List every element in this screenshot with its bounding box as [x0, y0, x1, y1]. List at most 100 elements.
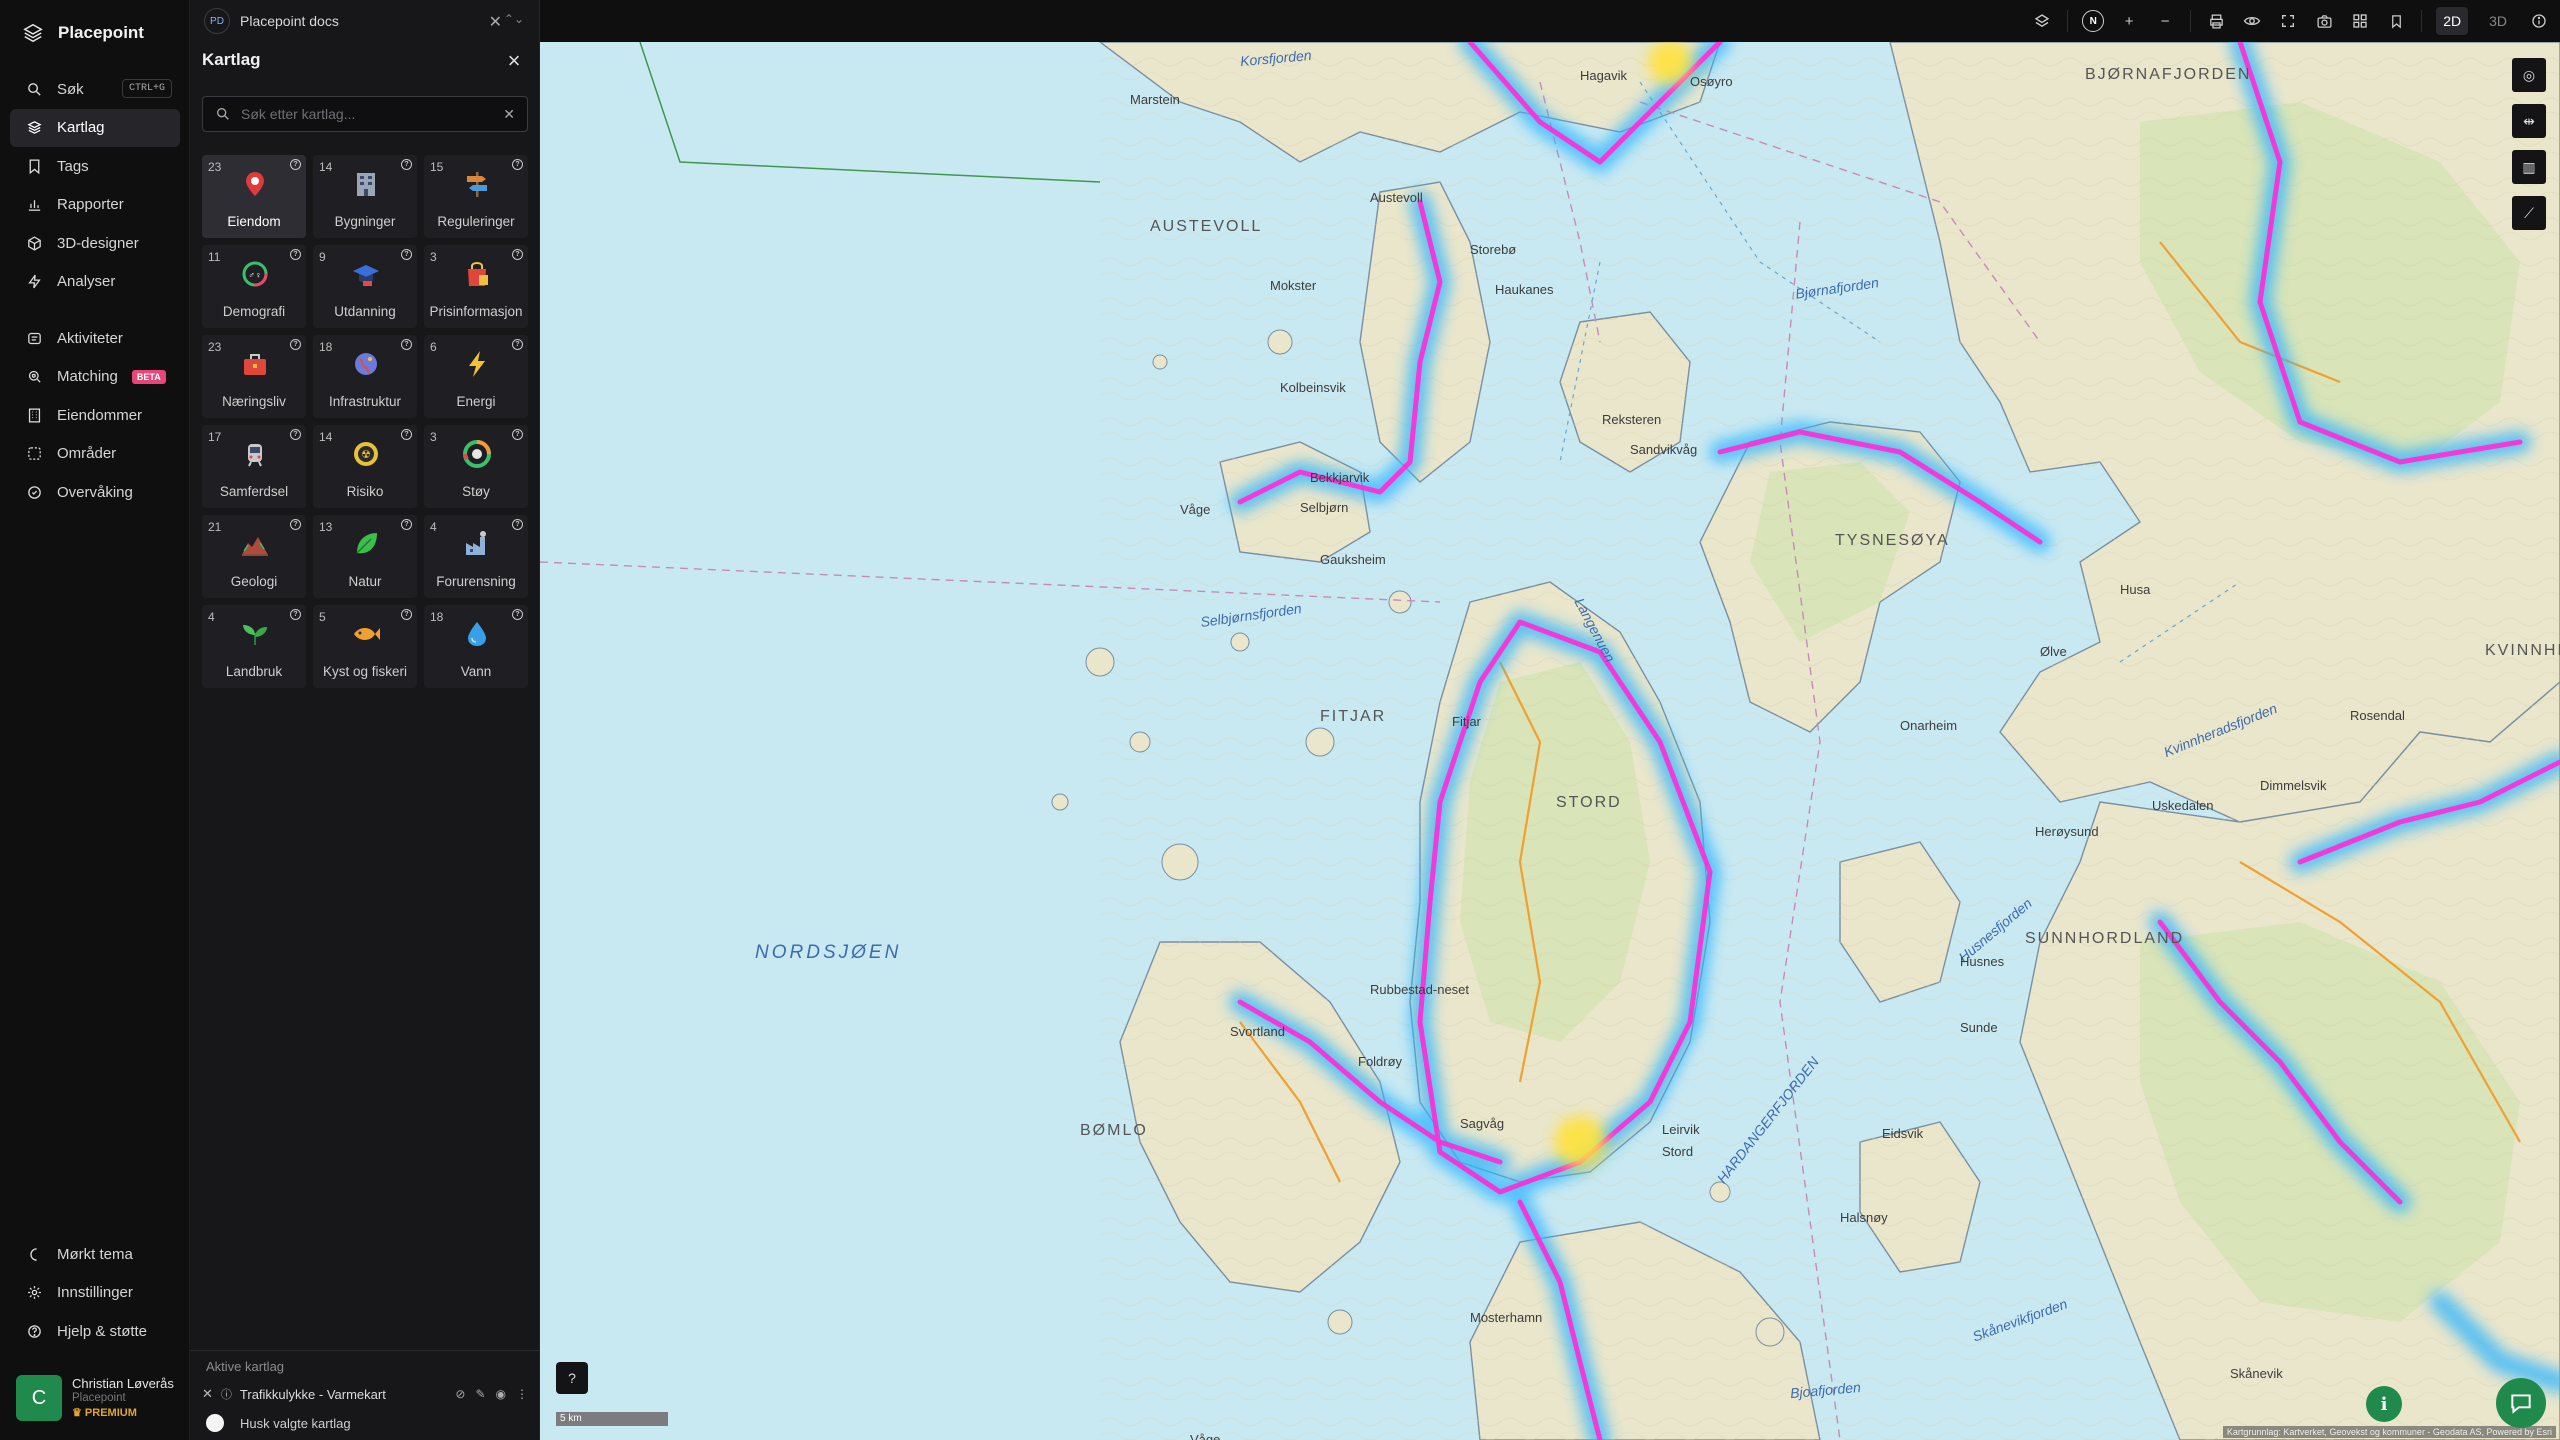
info-icon[interactable]: ⓘ	[221, 1386, 232, 1402]
nav-item-dark-theme[interactable]: Mørkt tema	[10, 1235, 180, 1273]
nav-item-tags[interactable]: Tags	[10, 147, 180, 185]
toggle-knob[interactable]	[206, 1414, 224, 1432]
info-icon[interactable]: ?	[290, 339, 301, 350]
layer-category-energi[interactable]: 6? Energi	[424, 335, 528, 418]
info-icon[interactable]: ?	[512, 429, 523, 440]
info-icon[interactable]: ?	[401, 159, 412, 170]
layer-category-utdanning[interactable]: 9? Utdanning	[313, 245, 417, 328]
user-profile[interactable]: C Christian Løverås Placepoint ♛ PREMIUM	[16, 1370, 184, 1426]
info-icon[interactable]: ?	[290, 429, 301, 440]
info-icon[interactable]: ?	[290, 159, 301, 170]
layer-category-landbruk[interactable]: 4? Landbruk	[202, 605, 306, 688]
eye-icon[interactable]	[2241, 10, 2263, 32]
nav-item-help[interactable]: Hjelp & støtte	[10, 1312, 180, 1350]
nav-item-settings[interactable]: Innstillinger	[10, 1274, 180, 1312]
help-icon[interactable]: ?	[556, 1362, 588, 1394]
info-icon[interactable]: ?	[401, 609, 412, 620]
info-icon[interactable]: ?	[401, 519, 412, 530]
layer-category-næringsliv[interactable]: 23? Næringsliv	[202, 335, 306, 418]
more-icon[interactable]: ⋮	[516, 1387, 528, 1401]
info-icon[interactable]: ?	[512, 159, 523, 170]
view-mode-3d[interactable]: 3D	[2482, 7, 2514, 35]
clear-search-icon[interactable]: ✕	[503, 106, 515, 123]
layer-category-prisinformasjon[interactable]: 3? Prisinformasjon	[424, 245, 528, 328]
print-icon[interactable]	[2205, 10, 2227, 32]
remove-layer-icon[interactable]: ✕	[202, 1386, 213, 1402]
layer-category-infrastruktur[interactable]: 18? Infrastruktur	[313, 335, 417, 418]
north-compass-icon[interactable]: N	[2082, 10, 2105, 32]
monitor-icon	[28, 485, 41, 499]
info-icon[interactable]: ?	[401, 249, 412, 260]
info-icon[interactable]: ?	[512, 519, 523, 530]
info-circle-icon[interactable]	[2528, 10, 2550, 32]
view-mode-2d[interactable]: 2D	[2436, 7, 2469, 35]
nav-item-reports[interactable]: Rapporter	[10, 186, 180, 224]
close-document-icon[interactable]: ✕	[489, 12, 502, 32]
grid-icon[interactable]	[2349, 10, 2371, 32]
layer-category-kyst-og-fiskeri[interactable]: 5? Kyst og fiskeri	[313, 605, 417, 688]
info-icon[interactable]: i	[2366, 1386, 2402, 1422]
layer-category-risiko[interactable]: 14? ☢ Risiko	[313, 425, 417, 508]
elevation-tool-icon[interactable]: ⟋	[2512, 196, 2546, 230]
info-icon[interactable]: ?	[290, 519, 301, 530]
edit-icon[interactable]: ✎	[475, 1387, 485, 1401]
map-basemap[interactable]	[540, 42, 2560, 1440]
target-icon	[28, 370, 41, 383]
bookmark-icon[interactable]	[2385, 10, 2407, 32]
nav-item-areas[interactable]: Områder	[10, 435, 180, 473]
nav-item-analyses[interactable]: Analyser	[10, 263, 180, 301]
measure-tool-icon[interactable]: ⇹	[2512, 104, 2546, 138]
layer-category-bygninger[interactable]: 14? Bygninger	[313, 155, 417, 238]
info-icon[interactable]: ?	[401, 339, 412, 350]
layer-category-reguleringer[interactable]: 15? Reguleringer	[424, 155, 528, 238]
close-panel-icon[interactable]: ×	[503, 50, 525, 72]
nav-item-search[interactable]: Søk CTRL+G	[10, 70, 180, 108]
search-icon	[28, 82, 41, 96]
chat-icon[interactable]	[2496, 1378, 2546, 1428]
map-label-place: Kolbeinsvik	[1280, 380, 1346, 395]
fullscreen-icon[interactable]	[2277, 10, 2299, 32]
layer-category-label: Landbruk	[225, 664, 283, 679]
map-canvas[interactable]: NORDSJØEN AUSTEVOLL STORD TYSNESØYA SUNN…	[540, 42, 2560, 1440]
filter-icon[interactable]: ⊘	[455, 1387, 465, 1401]
info-icon[interactable]: ?	[401, 429, 412, 440]
nav-item-matching[interactable]: Matching BETA	[10, 358, 180, 396]
area-icon	[28, 447, 41, 460]
brand[interactable]: Placepoint	[22, 22, 144, 44]
layer-category-samferdsel[interactable]: 17? Samferdsel	[202, 425, 306, 508]
remember-layers-toggle[interactable]: Husk valgte kartlag	[206, 1414, 351, 1432]
layer-category-geologi[interactable]: 21? Geologi	[202, 515, 306, 598]
map-label-place: Marstein	[1130, 92, 1180, 107]
zoom-out-icon[interactable]: −	[2154, 10, 2176, 32]
layer-category-forurensning[interactable]: 4? Forurensning	[424, 515, 528, 598]
layer-category-demografi[interactable]: 11? ♂♀ Demografi	[202, 245, 306, 328]
layer-search-input[interactable]	[241, 106, 494, 122]
nav-item-activities[interactable]: Aktiviteter	[10, 319, 180, 357]
layer-category-eiendom[interactable]: 23? Eiendom	[202, 155, 306, 238]
camera-icon[interactable]	[2313, 10, 2335, 32]
nav-item-layers[interactable]: Kartlag	[10, 108, 180, 147]
info-icon[interactable]: ?	[290, 249, 301, 260]
layers-stack-icon[interactable]	[2031, 10, 2053, 32]
layer-category-støy[interactable]: 3? Støy	[424, 425, 528, 508]
info-icon[interactable]: ?	[512, 609, 523, 620]
select-tool-icon[interactable]: ◎	[2512, 58, 2546, 92]
zoom-in-icon[interactable]: +	[2118, 10, 2140, 32]
map-label-island: TYSNESØYA	[1835, 532, 1950, 549]
panel-title: Kartlag	[202, 50, 261, 69]
layer-category-vann[interactable]: 18? Vann	[424, 605, 528, 688]
active-layer-row[interactable]: ✕ ⓘ Trafikkulykke - Varmekart ⊘ ✎ ◉ ⋮	[202, 1379, 528, 1409]
nav-item-properties[interactable]: Eiendommer	[10, 396, 180, 434]
eye-icon[interactable]: ◉	[496, 1387, 506, 1401]
statistics-tool-icon[interactable]: ▥	[2512, 150, 2546, 184]
info-icon[interactable]: ?	[512, 339, 523, 350]
info-icon[interactable]: ?	[290, 609, 301, 620]
islet	[1230, 632, 1250, 652]
info-icon[interactable]: ?	[512, 249, 523, 260]
nav-item-label: 3D-designer	[57, 234, 139, 252]
document-selector[interactable]: PD Placepoint docs ✕ ⌃⌄	[204, 6, 524, 36]
chevron-updown-icon[interactable]: ⌃⌄	[504, 12, 524, 26]
nav-item-monitoring[interactable]: Overvåking	[10, 473, 180, 511]
layer-category-natur[interactable]: 13? Natur	[313, 515, 417, 598]
nav-item-3d-designer[interactable]: 3D-designer	[10, 224, 180, 262]
